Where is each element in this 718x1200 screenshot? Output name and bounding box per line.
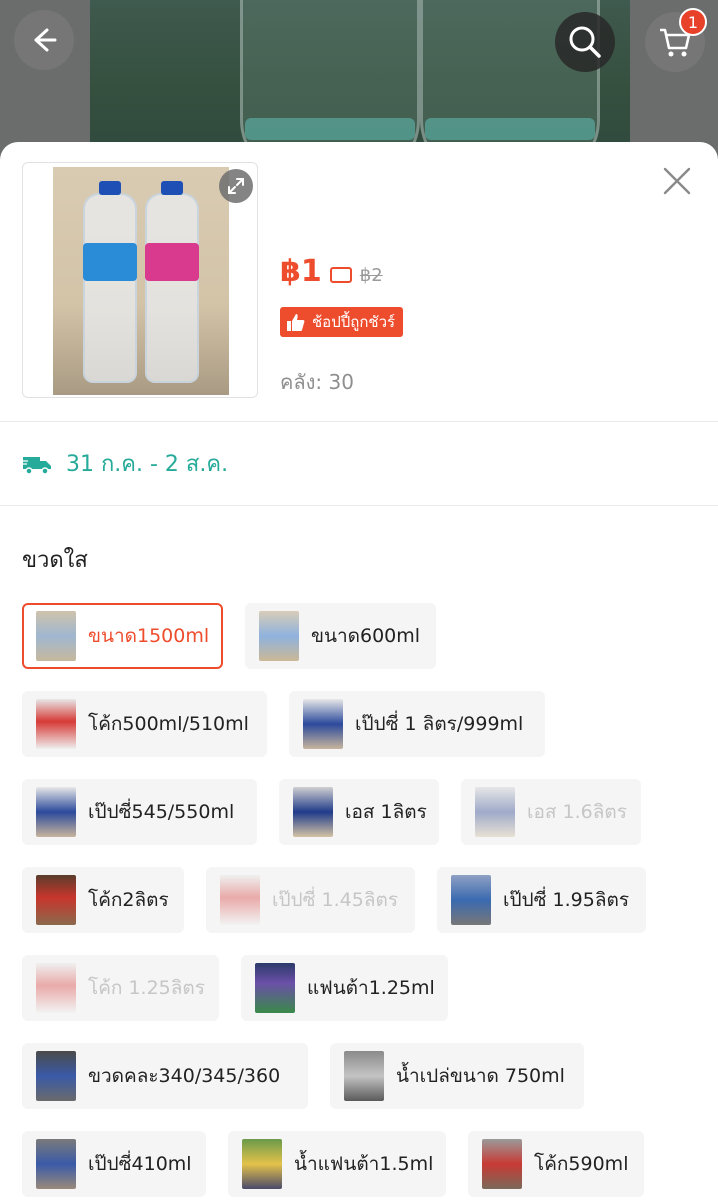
option-label: ขวดคละ340/345/360 <box>88 1065 281 1087</box>
option-label: เป๊ปซี่ 1.45ลิตร <box>272 889 399 911</box>
close-icon <box>663 167 691 195</box>
product-summary: ฿1 ฿2 ช้อปปี้ถูกชัวร์ คลัง: 30 <box>0 142 718 422</box>
option-thumbnail <box>36 875 76 925</box>
product-photo <box>90 0 630 160</box>
option-thumbnail <box>482 1139 522 1189</box>
option-pepsi-545ml[interactable]: เป๊ปซี่545/550ml <box>22 779 257 845</box>
option-thumbnail <box>255 963 295 1013</box>
option-coke-590ml[interactable]: โค้ก590ml <box>468 1131 644 1197</box>
option-thumbnail <box>475 787 515 837</box>
stock-count: คลัง: 30 <box>280 370 354 394</box>
variation-sheet: ฿1 ฿2 ช้อปปี้ถูกชัวร์ คลัง: 30 31 ก.ค. -… <box>0 142 718 1200</box>
option-label: เป๊ปซี่ 1.95ลิตร <box>503 889 630 911</box>
option-thumbnail <box>36 963 76 1013</box>
option-thumbnail <box>36 1139 76 1189</box>
expand-image-button[interactable] <box>219 169 253 203</box>
thumbs-up-icon <box>287 314 305 331</box>
option-600ml[interactable]: ขนาด600ml <box>245 603 436 669</box>
option-coke-1-25l: โค้ก 1.25ลิตร <box>22 955 219 1021</box>
option-fanta-1-25[interactable]: แฟนต้า1.25ml <box>241 955 448 1021</box>
delivery-date-range: 31 ก.ค. - 2 ส.ค. <box>66 452 229 477</box>
option-label: โค้ก590ml <box>534 1153 629 1175</box>
price-row: ฿1 ฿2 <box>280 254 383 289</box>
option-label: ขนาด1500ml <box>88 625 210 647</box>
option-label: น้ำเปล่ขนาด 750ml <box>396 1065 565 1087</box>
option-label: เป๊ปซี่410ml <box>88 1153 192 1175</box>
variation-title: ขวดใส <box>22 548 88 573</box>
option-thumbnail <box>36 787 76 837</box>
option-mixed-bottles[interactable]: ขวดคละ340/345/360 <box>22 1043 308 1109</box>
option-label: เป๊ปซี่ 1 ลิตร/999ml <box>355 713 524 735</box>
option-thumbnail <box>36 699 76 749</box>
option-coke-2l[interactable]: โค้ก2ลิตร <box>22 867 184 933</box>
option-label: แฟนต้า1.25ml <box>307 977 435 999</box>
bottle-label-image <box>425 118 595 140</box>
bottle-image <box>83 181 137 383</box>
product-thumbnail[interactable] <box>22 162 258 398</box>
option-pepsi-1-95l[interactable]: เป๊ปซี่ 1.95ลิตร <box>437 867 646 933</box>
option-thumbnail <box>451 875 491 925</box>
option-thumbnail <box>36 611 76 661</box>
search-icon <box>569 26 601 58</box>
option-label: เอส 1.6ลิตร <box>527 801 627 823</box>
arrow-left-icon <box>34 28 57 52</box>
shipping-info: 31 ก.ค. - 2 ส.ค. <box>0 422 718 506</box>
cart-button[interactable]: 1 <box>645 8 707 72</box>
option-thumbnail <box>242 1139 282 1189</box>
badge-label: ช้อปปี้ถูกชัวร์ <box>312 313 396 331</box>
option-thumbnail <box>293 787 333 837</box>
option-thumbnail <box>303 699 343 749</box>
variation-options: ขนาด1500ml ขนาด600ml โค้ก500ml/510ml เป๊… <box>22 603 696 1200</box>
voucher-tag-icon <box>329 267 352 283</box>
option-label: โค้ก2ลิตร <box>88 889 169 911</box>
back-button[interactable] <box>14 10 74 70</box>
option-1500ml[interactable]: ขนาด1500ml <box>22 603 223 669</box>
cart-count-badge: 1 <box>679 8 707 36</box>
delivery-truck-icon <box>22 456 51 475</box>
bottle-label-image <box>245 118 415 140</box>
option-fanta-1-5[interactable]: น้ำแฟนต้า1.5ml <box>228 1131 446 1197</box>
variation-section: ขวดใส ขนาด1500ml ขนาด600ml โค้ก500ml/510… <box>0 506 718 1200</box>
option-label: โค้ก 1.25ลิตร <box>88 977 205 999</box>
option-thumbnail <box>220 875 260 925</box>
option-label: ขนาด600ml <box>311 625 421 647</box>
option-thumbnail <box>344 1051 384 1101</box>
option-label: โค้ก500ml/510ml <box>88 713 249 735</box>
option-thumbnail <box>36 1051 76 1101</box>
option-est-1-6l: เอส 1.6ลิตร <box>461 779 641 845</box>
product-image-backdrop <box>0 0 718 160</box>
bottle-image <box>145 181 199 383</box>
search-button[interactable] <box>555 12 615 72</box>
option-label: เอส 1ลิตร <box>345 801 427 823</box>
close-button[interactable] <box>660 164 694 198</box>
option-water-750ml[interactable]: น้ำเปล่ขนาด 750ml <box>330 1043 584 1109</box>
option-est-1l[interactable]: เอส 1ลิตร <box>279 779 439 845</box>
expand-icon <box>228 178 244 194</box>
original-price: ฿2 <box>359 265 383 286</box>
option-pepsi-1l[interactable]: เป๊ปซี่ 1 ลิตร/999ml <box>289 691 545 757</box>
option-pepsi-410ml[interactable]: เป๊ปซี่410ml <box>22 1131 206 1197</box>
current-price: ฿1 <box>280 254 322 289</box>
option-thumbnail <box>259 611 299 661</box>
product-image <box>53 167 229 395</box>
option-label: น้ำแฟนต้า1.5ml <box>294 1153 434 1175</box>
option-pepsi-1-45l: เป๊ปซี่ 1.45ลิตร <box>206 867 415 933</box>
option-label: เป๊ปซี่545/550ml <box>88 801 235 823</box>
option-coke-500ml[interactable]: โค้ก500ml/510ml <box>22 691 267 757</box>
cheap-guarantee-badge: ช้อปปี้ถูกชัวร์ <box>280 307 404 337</box>
